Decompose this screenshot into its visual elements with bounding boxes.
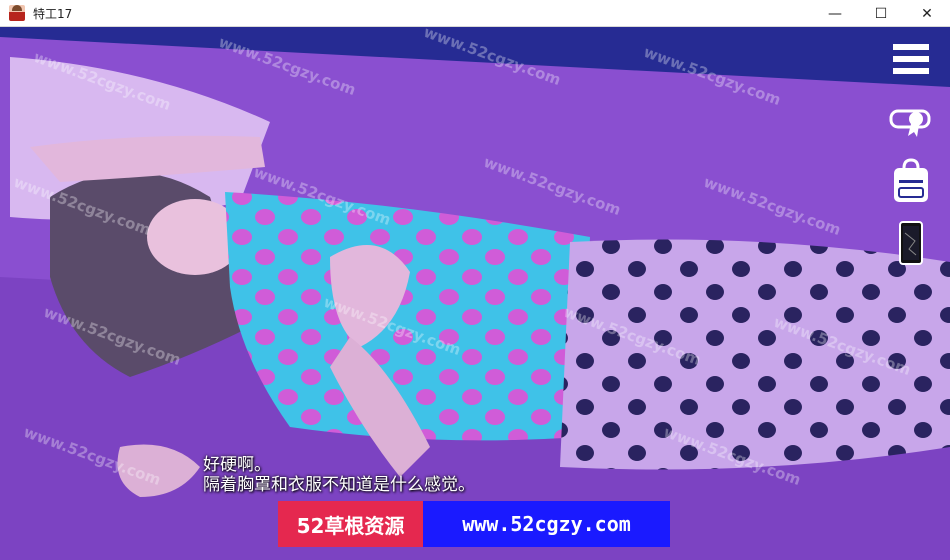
hamburger-menu-icon [893,44,929,74]
smartphone-icon [899,221,923,265]
inventory-button[interactable] [890,157,932,205]
close-button[interactable]: ✕ [904,0,950,27]
dialogue-box[interactable]: 好硬啊。 隔着胸罩和衣服不知道是什么感觉。 [203,455,475,495]
dialogue-line: 好硬啊。 [203,455,271,475]
maximize-button[interactable]: ☐ [858,0,904,27]
site-banner-name: 52草根资源 [278,501,423,547]
minimize-button[interactable]: — [812,0,858,27]
title-bar: 特工17 — ☐ ✕ [0,0,950,27]
menu-button[interactable] [890,39,932,79]
dialogue-line: 隔着胸罩和衣服不知道是什么感觉。 [203,475,475,495]
scene-artwork [0,27,950,560]
window-controls: — ☐ ✕ [812,0,950,27]
certificate-ribbon-icon [889,109,931,137]
achievements-button[interactable] [888,101,934,141]
site-banner-url: www.52cgzy.com [423,501,670,547]
app-icon [9,5,25,21]
phone-button[interactable] [898,220,924,266]
game-window: 特工17 — ☐ ✕ www.52cgzy.com www.52cgzy.com… [0,0,950,560]
game-scene[interactable]: www.52cgzy.com www.52cgzy.com www.52cgzy… [0,27,950,560]
backpack-icon [894,158,928,202]
window-title: 特工17 [33,6,73,21]
